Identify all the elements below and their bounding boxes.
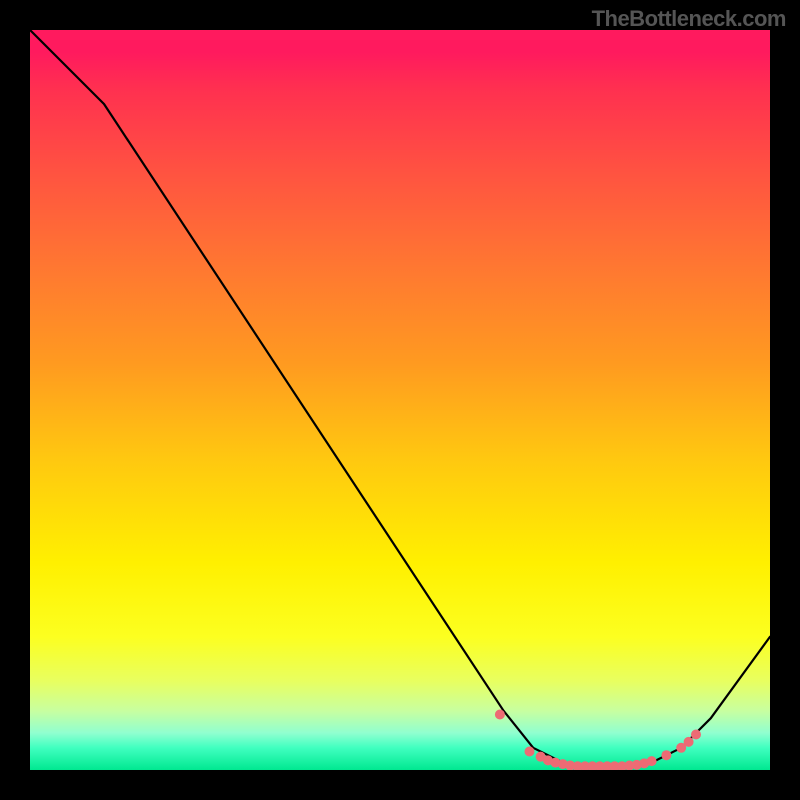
chart-marker-dot <box>661 750 671 760</box>
chart-marker-dot <box>495 710 505 720</box>
chart-svg <box>30 30 770 770</box>
watermark-text: TheBottleneck.com <box>592 6 786 32</box>
chart-marker-dot <box>691 729 701 739</box>
chart-marker-dot <box>684 737 694 747</box>
chart-line-curve <box>30 30 770 766</box>
chart-plot-area <box>30 30 770 770</box>
chart-marker-dot <box>525 747 535 757</box>
chart-marker-dot <box>647 756 657 766</box>
